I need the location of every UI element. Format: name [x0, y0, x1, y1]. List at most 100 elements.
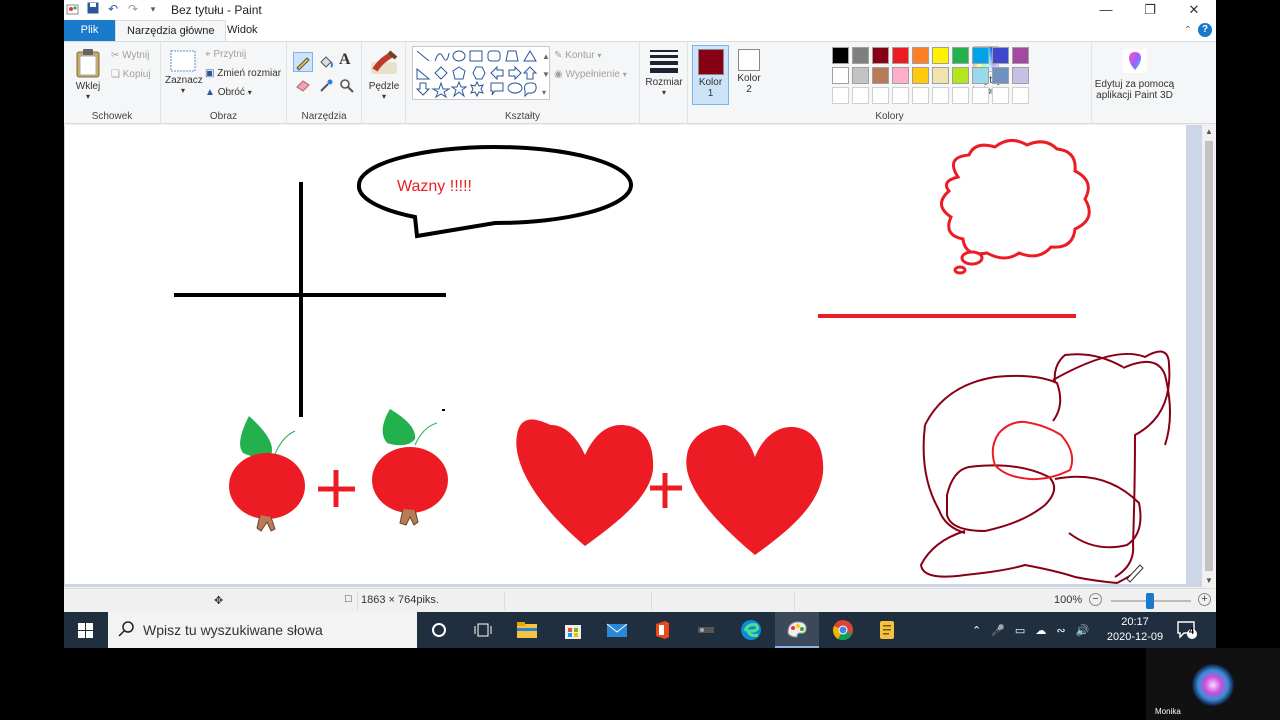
size-button[interactable]: Rozmiar ▾ [644, 48, 684, 97]
cut-button[interactable]: ✂ Wytnij [111, 50, 149, 61]
right-triangle-shape-icon[interactable] [416, 67, 431, 80]
magnifier-tool[interactable] [339, 78, 355, 97]
rect-callout-shape-icon[interactable] [490, 82, 504, 96]
palette-swatch[interactable] [992, 67, 1009, 84]
palette-swatch[interactable] [852, 87, 869, 104]
customize-qat-icon[interactable]: ▾ [146, 2, 160, 16]
palette-swatch[interactable] [972, 67, 989, 84]
edit-paint3d-button[interactable]: Edytuj za pomocą aplikacji Paint 3D [1092, 48, 1177, 101]
task-view-button[interactable] [461, 612, 505, 648]
palette-swatch[interactable] [892, 67, 909, 84]
palette-swatch[interactable] [1012, 87, 1029, 104]
palette-swatch[interactable] [912, 67, 929, 84]
palette-swatch[interactable] [852, 67, 869, 84]
palette-swatch[interactable] [872, 47, 889, 64]
palette-swatch[interactable] [972, 47, 989, 64]
fill-button[interactable]: ◉ Wypełnienie ▾ [554, 69, 627, 80]
paste-button[interactable]: Wklej ▾ [72, 48, 104, 101]
pentagon-shape-icon[interactable] [452, 66, 466, 80]
zoom-in-button[interactable]: + [1198, 593, 1211, 606]
palette-swatch[interactable] [972, 87, 989, 104]
palette-swatch[interactable] [1012, 67, 1029, 84]
undo-icon[interactable]: ↶ [106, 2, 120, 16]
zoom-out-button[interactable]: − [1089, 593, 1102, 606]
color-picker-tool[interactable] [318, 78, 334, 97]
palette-swatch[interactable] [832, 67, 849, 84]
close-button[interactable]: ✕ [1172, 0, 1216, 20]
paint-app-icon[interactable] [66, 2, 80, 16]
taskbar-app-misc[interactable] [684, 612, 728, 648]
curve-shape-icon[interactable] [434, 52, 450, 62]
scroll-up-icon[interactable]: ▲ [1205, 127, 1213, 136]
line-shape-icon[interactable] [416, 50, 430, 62]
palette-swatch[interactable] [872, 67, 889, 84]
task-view-cortana-button[interactable] [417, 612, 461, 648]
rectangle-shape-icon[interactable] [469, 50, 483, 62]
cloud-callout-shape-icon[interactable] [524, 82, 537, 98]
fill-tool[interactable] [318, 54, 334, 73]
taskbar-mail[interactable] [595, 612, 639, 648]
oval-shape-icon[interactable] [452, 50, 466, 62]
crop-button[interactable]: ⌖ Przytnij [205, 49, 246, 60]
palette-swatch[interactable] [832, 87, 849, 104]
resize-button[interactable]: ▣ Zmień rozmiar [205, 68, 281, 79]
palette-swatch[interactable] [912, 47, 929, 64]
text-tool[interactable]: A [339, 51, 351, 69]
tab-file[interactable]: Plik [64, 20, 115, 41]
four-point-star-shape-icon[interactable] [431, 81, 451, 99]
rotate-button[interactable]: ▲ Obróć ▾ [205, 87, 252, 98]
onedrive-cloud-icon[interactable]: ☁ [1035, 624, 1046, 637]
eraser-tool[interactable] [295, 78, 311, 95]
network-icon[interactable]: ∾ [1056, 624, 1065, 637]
shapes-scroll[interactable]: ▲ ▼ ▾ [542, 48, 550, 102]
hexagon-shape-icon[interactable] [472, 66, 486, 80]
color2-button[interactable]: Kolor 2 [732, 46, 766, 95]
help-icon[interactable]: ? [1198, 23, 1212, 37]
vertical-scrollbar[interactable]: ▲ ▼ [1202, 125, 1216, 587]
brushes-button[interactable]: Pędzle ▾ [367, 48, 401, 101]
collapse-ribbon-icon[interactable]: ⌃ [1184, 25, 1192, 36]
palette-swatch[interactable] [832, 47, 849, 64]
pencil-tool[interactable] [293, 52, 313, 72]
scroll-down-icon[interactable]: ▼ [1205, 576, 1213, 585]
palette-swatch[interactable] [912, 87, 929, 104]
minimize-button[interactable]: — [1084, 0, 1128, 20]
palette-swatch[interactable] [1012, 47, 1029, 64]
color1-button[interactable]: Kolor 1 [692, 45, 729, 105]
battery-icon[interactable]: ▭ [1015, 624, 1025, 637]
palette-swatch[interactable] [892, 47, 909, 64]
show-hidden-icons-icon[interactable]: ⌃ [972, 624, 981, 637]
palette-swatch[interactable] [952, 87, 969, 104]
start-button[interactable] [64, 612, 108, 648]
redo-icon[interactable]: ↷ [126, 2, 140, 16]
palette-swatch[interactable] [932, 87, 949, 104]
down-arrow-shape-icon[interactable] [415, 82, 431, 96]
taskbar-chrome[interactable] [821, 612, 865, 648]
oval-callout-shape-icon[interactable] [507, 82, 523, 94]
palette-swatch[interactable] [852, 47, 869, 64]
diamond-shape-icon[interactable] [434, 66, 448, 80]
maximize-button[interactable]: ❐ [1128, 0, 1172, 20]
palette-swatch[interactable] [892, 87, 909, 104]
scroll-thumb[interactable] [1205, 141, 1213, 571]
up-arrow-shape-icon[interactable] [522, 66, 538, 80]
microphone-icon[interactable]: 🎤 [991, 624, 1005, 637]
save-icon[interactable] [86, 2, 100, 16]
palette-swatch[interactable] [952, 47, 969, 64]
action-center-button[interactable]: 4 [1176, 620, 1198, 645]
tab-home[interactable]: Narzędzia główne [115, 20, 227, 41]
rounded-rectangle-shape-icon[interactable] [487, 50, 501, 62]
taskbar-paint[interactable] [775, 612, 819, 648]
palette-swatch[interactable] [932, 67, 949, 84]
palette-swatch[interactable] [872, 87, 889, 104]
palette-swatch[interactable] [932, 47, 949, 64]
triangle-shape-icon[interactable] [523, 50, 537, 62]
select-button[interactable]: Zaznacz ▾ [165, 50, 203, 95]
five-point-star-shape-icon[interactable] [450, 80, 468, 98]
six-point-star-shape-icon[interactable] [470, 80, 484, 98]
right-arrow-shape-icon[interactable] [508, 65, 522, 81]
taskbar-store[interactable] [551, 612, 595, 648]
outline-button[interactable]: ✎ Kontur ▾ [554, 50, 601, 61]
zoom-slider-thumb[interactable] [1146, 593, 1154, 609]
left-arrow-shape-icon[interactable] [490, 65, 504, 81]
